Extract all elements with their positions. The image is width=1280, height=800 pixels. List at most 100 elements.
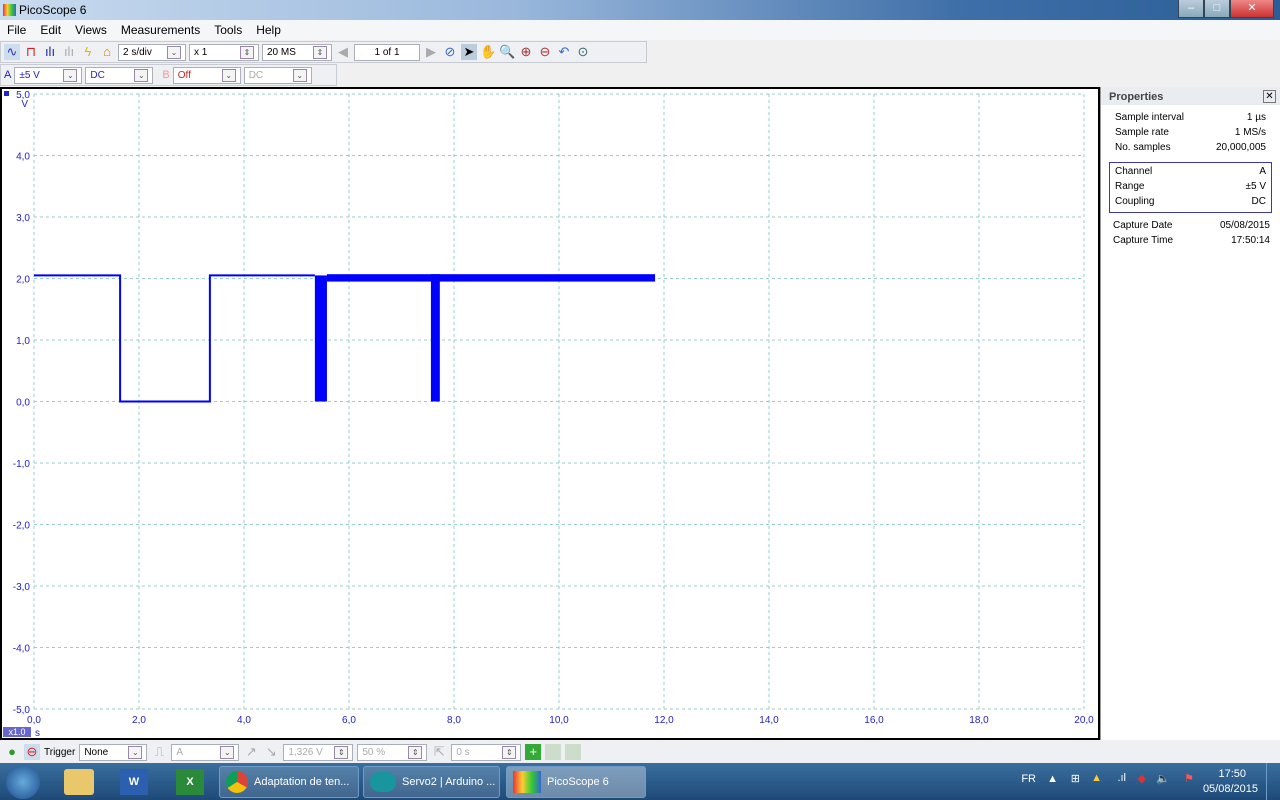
zoom-stepper[interactable]: x 1 ⇕ <box>189 43 259 61</box>
start-button[interactable] <box>6 765 40 799</box>
chevron-down-icon[interactable]: ⌄ <box>221 68 236 82</box>
arduino-icon <box>370 772 396 792</box>
property-label: Coupling <box>1115 196 1155 207</box>
taskbar-chrome[interactable]: Adaptation de ten... <box>219 766 359 798</box>
stop-icon[interactable]: ⊖ <box>24 744 40 760</box>
pretrigger-stepper: 50 % ⇕ <box>357 743 428 761</box>
channel-b-coupling-select: DC ⌄ <box>243 66 312 84</box>
zoom-overview-icon[interactable]: ⊙ <box>575 44 591 60</box>
spectrum-mode-icon[interactable]: ılı <box>42 44 58 60</box>
trigger-label: Trigger <box>44 746 76 758</box>
signal-noise-band <box>326 274 656 282</box>
minimize-button[interactable]: – <box>1178 0 1204 18</box>
title-bar: PicoScope 6 – □ ✕ <box>0 0 1280 20</box>
undo-zoom-icon[interactable]: ↶ <box>556 44 572 60</box>
zoom-in-icon[interactable]: ⊕ <box>518 44 534 60</box>
channel-b-label[interactable]: B <box>162 69 169 81</box>
stepper-icon: ⇕ <box>502 745 517 759</box>
show-hidden-icon[interactable]: ▲ <box>1047 773 1058 785</box>
timebase-select[interactable]: 2 s/div ⌄ <box>118 43 186 61</box>
stepper-icon[interactable]: ⇕ <box>313 45 327 59</box>
previous-page-icon[interactable]: ◀ <box>335 44 351 60</box>
action-center-icon[interactable]: ⚑ <box>1184 772 1194 785</box>
word-icon[interactable]: W <box>120 769 148 795</box>
property-row: Sample rate 1 MS/s <box>1115 126 1266 141</box>
channel-a-range: ±5 V <box>19 69 40 81</box>
stepper-icon[interactable]: ⇕ <box>240 45 254 59</box>
show-desktop-button[interactable] <box>1266 763 1280 800</box>
language-indicator[interactable]: FR <box>1021 773 1036 785</box>
page-value: 1 of 1 <box>374 46 400 58</box>
scope-mode-icon[interactable]: ∿ <box>4 44 20 60</box>
signal-generator-icon[interactable]: ϟ <box>80 44 96 60</box>
property-value: ±5 V <box>1245 181 1267 192</box>
advanced-trigger-icon: ⎍ <box>154 744 164 759</box>
home-icon[interactable]: ⌂ <box>99 44 115 60</box>
zoom-tool-icon[interactable]: 🔍 <box>499 44 515 60</box>
channel-a-range-select[interactable]: ±5 V ⌄ <box>14 66 83 84</box>
taskbar-label: Adaptation de ten... <box>254 776 350 788</box>
google-drive-icon[interactable]: ▲ <box>1091 772 1102 784</box>
x-tick-label: 2,0 <box>132 715 146 726</box>
windows-flag-icon[interactable]: ⊞ <box>1071 772 1080 785</box>
property-value: 05/08/2015 <box>1219 220 1270 231</box>
menu-tools[interactable]: Tools <box>207 20 249 40</box>
start-icon[interactable]: ● <box>4 744 20 760</box>
chevron-down-icon[interactable]: ⌄ <box>167 45 181 59</box>
chevron-down-icon[interactable]: ⌄ <box>128 745 143 759</box>
x-tick-label: 10,0 <box>549 715 569 726</box>
add-measurement-icon[interactable]: + <box>525 744 542 760</box>
zoom-out-icon[interactable]: ⊖ <box>537 44 553 60</box>
menu-views[interactable]: Views <box>68 20 114 40</box>
menu-help[interactable]: Help <box>249 20 288 40</box>
security-icon[interactable]: ◆ <box>1138 772 1146 785</box>
next-page-icon[interactable]: ▶ <box>423 44 439 60</box>
close-panel-icon[interactable]: ✕ <box>1263 90 1276 103</box>
property-row: Sample interval 1 µs <box>1115 111 1266 126</box>
pointer-tool-icon[interactable]: ➤ <box>461 44 477 60</box>
clock-time[interactable]: 17:50 <box>1218 768 1246 780</box>
menu-file[interactable]: File <box>0 20 33 40</box>
property-label: No. samples <box>1115 142 1171 153</box>
taskbar-picoscope[interactable]: PicoScope 6 <box>506 766 646 798</box>
trigger-toolbar: ● ⊖ Trigger None ⌄ ⎍ A ⌄ ↗ ↘ 1,326 V ⇕ 50 %… <box>0 741 1280 763</box>
scope-graph[interactable]: 5,00,04,02,03,04,02,06,01,08,00,010,0-1,… <box>2 89 1098 738</box>
y-unit-label: V <box>21 99 28 110</box>
delay-value: 0 s <box>456 746 470 758</box>
maximize-button[interactable]: □ <box>1204 0 1230 18</box>
scope-view[interactable]: 5,0 0,0 4,0 2,0 3,0 4,0 2,0 6,0 1,0 8,0 0,0 10,0 -1,… <box>0 87 1100 740</box>
property-value: 20,000,005 <box>1215 142 1266 153</box>
chevron-down-icon[interactable]: ⌄ <box>134 68 149 82</box>
chevron-down-icon[interactable]: ⌄ <box>63 68 78 82</box>
stepper-icon: ⇕ <box>334 745 349 759</box>
property-label: Channel <box>1115 166 1153 177</box>
x-tick-label: 16,0 <box>864 715 884 726</box>
channel-b-range-select[interactable]: Off ⌄ <box>172 66 241 84</box>
property-label: Capture Date <box>1113 220 1173 231</box>
x-tick-label: 4,0 <box>237 715 251 726</box>
x-tick-label: 0,0 <box>27 715 41 726</box>
trigger-mode-select[interactable]: None ⌄ <box>79 743 148 761</box>
y-tick-label: 2,0 <box>16 275 30 286</box>
taskbar-arduino[interactable]: Servo2 | Arduino ... <box>363 766 500 798</box>
explorer-icon[interactable] <box>64 769 94 795</box>
trigger-level-stepper: 1,326 V ⇕ <box>283 743 354 761</box>
stepper-icon: ⇕ <box>408 745 423 759</box>
property-row: Coupling DC <box>1115 195 1266 210</box>
channel-a-coupling-select[interactable]: DC ⌄ <box>85 66 154 84</box>
hand-tool-icon[interactable]: ✋ <box>480 44 496 60</box>
trigger-source-select: A ⌄ <box>171 743 240 761</box>
menu-edit[interactable]: Edit <box>33 20 68 40</box>
compass-icon[interactable]: ⊘ <box>442 44 458 60</box>
volume-icon[interactable]: 🔈 <box>1156 772 1170 785</box>
excel-icon[interactable]: X <box>176 769 204 795</box>
clock-date[interactable]: 05/08/2015 <box>1203 783 1258 795</box>
channel-a-label[interactable]: A <box>4 69 11 81</box>
network-icon[interactable]: .ıl <box>1117 772 1126 784</box>
taskbar: W X Adaptation de ten... Servo2 | Arduin… <box>0 763 1280 800</box>
close-button[interactable]: ✕ <box>1230 0 1274 18</box>
properties-panel: Properties ✕ Sample interval 1 µs Sample r… <box>1100 87 1280 740</box>
persistence-mode-icon[interactable]: ⊓ <box>23 44 39 60</box>
menu-measurements[interactable]: Measurements <box>114 20 207 40</box>
samples-stepper[interactable]: 20 MS ⇕ <box>262 43 332 61</box>
